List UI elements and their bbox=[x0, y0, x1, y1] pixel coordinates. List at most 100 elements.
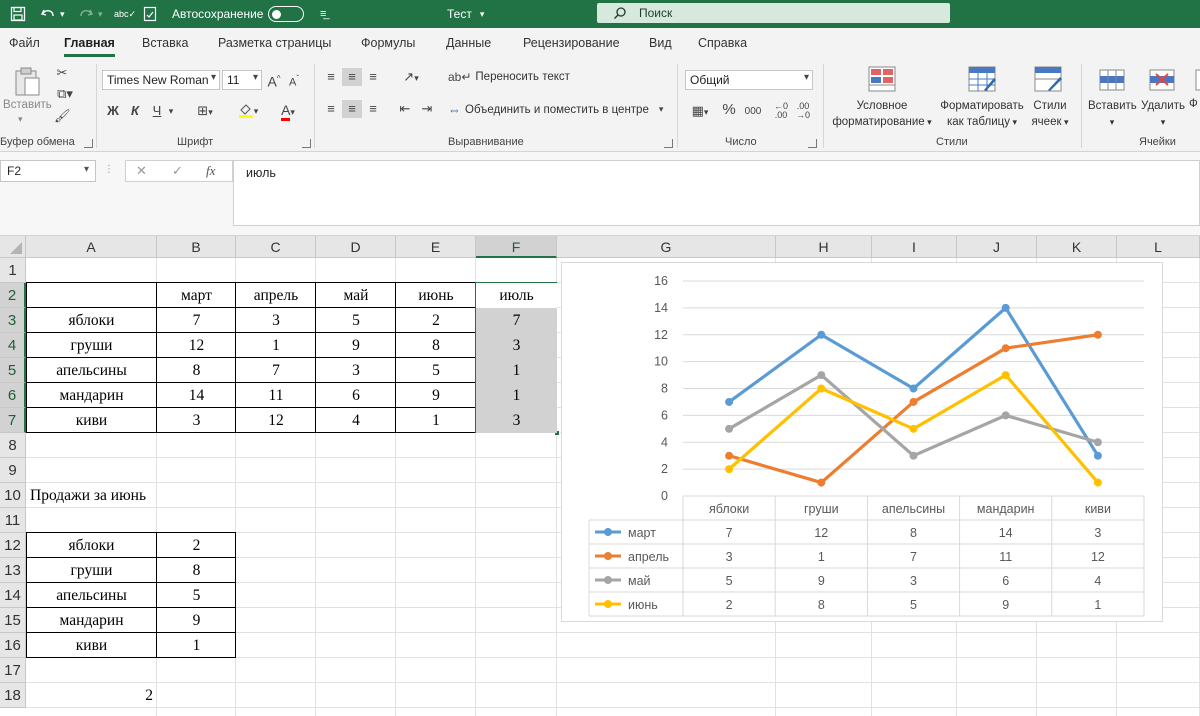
row-header-15[interactable]: 15 bbox=[0, 608, 26, 633]
sales-value-cell[interactable]: 2 bbox=[157, 533, 236, 558]
tab-file[interactable]: Файл bbox=[9, 36, 40, 50]
table-value-cell[interactable]: 12 bbox=[157, 333, 236, 358]
insert-function-icon[interactable]: fx bbox=[206, 163, 215, 179]
number-format-select[interactable]: Общий ▾ bbox=[685, 70, 813, 90]
document-title[interactable]: Тест ▾ bbox=[447, 0, 484, 28]
sales-value-cell[interactable]: 8 bbox=[157, 558, 236, 583]
formula-input[interactable]: июль bbox=[233, 160, 1200, 226]
format-cells-button[interactable]: Ф bbox=[1189, 98, 1198, 110]
table-value-cell[interactable]: 7 bbox=[476, 308, 557, 333]
table-value-cell[interactable]: 12 bbox=[236, 408, 316, 433]
sales-row-label[interactable]: апельсины bbox=[26, 583, 157, 608]
tab-data[interactable]: Данные bbox=[446, 36, 491, 50]
row-header-14[interactable]: 14 bbox=[0, 583, 26, 608]
format-as-table-button[interactable]: Форматировать как таблицу ▾ bbox=[934, 98, 1030, 130]
table-value-cell[interactable]: 3 bbox=[236, 308, 316, 333]
row-header-16[interactable]: 16 bbox=[0, 633, 26, 658]
sales-value-cell[interactable]: 1 bbox=[157, 633, 236, 658]
table-header-cell[interactable]: март bbox=[157, 283, 236, 308]
fill-color-icon[interactable]: ▾ bbox=[234, 102, 262, 123]
table-row-label[interactable]: груши bbox=[26, 333, 157, 358]
row-header-5[interactable]: 5 bbox=[0, 358, 26, 383]
redo-dropdown-icon[interactable]: ▾ bbox=[98, 0, 103, 28]
align-right-icon[interactable]: ≡ bbox=[364, 100, 382, 118]
column-header-g[interactable]: G bbox=[557, 236, 776, 258]
align-center-icon[interactable]: ≡ bbox=[342, 100, 362, 118]
table-value-cell[interactable]: 1 bbox=[476, 383, 557, 408]
column-header-k[interactable]: K bbox=[1037, 236, 1117, 258]
percent-button[interactable]: % bbox=[720, 101, 738, 119]
table-header-cell[interactable]: май bbox=[316, 283, 396, 308]
row-header-9[interactable]: 9 bbox=[0, 458, 26, 483]
increase-indent-icon[interactable]: ⇥ bbox=[418, 100, 436, 118]
cell-styles-button[interactable]: Стили ячеек ▾ bbox=[1024, 98, 1076, 130]
row-header-1[interactable]: 1 bbox=[0, 258, 26, 283]
currency-icon[interactable]: ▦▾ bbox=[686, 102, 714, 121]
paste-dropdown-icon[interactable]: ▾ bbox=[18, 114, 23, 125]
thousands-button[interactable]: 000 bbox=[742, 103, 764, 121]
table-row-label[interactable]: яблоки bbox=[26, 308, 157, 333]
align-middle-icon[interactable]: ≡ bbox=[342, 68, 362, 86]
select-all-button[interactable] bbox=[0, 236, 26, 258]
align-bottom-icon[interactable]: ≡ bbox=[364, 68, 382, 86]
tab-formulas[interactable]: Формулы bbox=[361, 36, 415, 50]
table-value-cell[interactable]: 7 bbox=[157, 308, 236, 333]
align-left-icon[interactable]: ≡ bbox=[322, 100, 340, 118]
decrease-decimal-icon[interactable]: .00 →0 bbox=[794, 102, 812, 120]
paste-button[interactable]: Вставить bbox=[3, 99, 52, 111]
italic-button[interactable]: К bbox=[128, 102, 142, 120]
table-row-label[interactable]: апельсины bbox=[26, 358, 157, 383]
bold-button[interactable]: Ж bbox=[106, 102, 120, 120]
row-header-11[interactable]: 11 bbox=[0, 508, 26, 533]
tab-page-layout[interactable]: Разметка страницы bbox=[218, 36, 331, 50]
number-launcher-icon[interactable] bbox=[808, 139, 817, 148]
insert-cells-button[interactable]: Вставить ▾ bbox=[1088, 98, 1137, 130]
clipboard-launcher-icon[interactable] bbox=[84, 139, 93, 148]
increase-decimal-icon[interactable]: ←0.00 bbox=[772, 102, 790, 120]
sales-value-cell[interactable]: 9 bbox=[157, 608, 236, 633]
font-color-icon[interactable]: A▾ bbox=[274, 102, 302, 121]
table-header-cell[interactable]: июнь bbox=[396, 283, 476, 308]
formula-bar-grip-icon[interactable]: ⋮ bbox=[104, 164, 114, 175]
column-header-e[interactable]: E bbox=[396, 236, 476, 258]
table-value-cell[interactable]: 1 bbox=[476, 358, 557, 383]
cell-a18[interactable]: 2 bbox=[26, 683, 157, 708]
sales-row-label[interactable]: мандарин bbox=[26, 608, 157, 633]
table-value-cell[interactable]: 8 bbox=[396, 333, 476, 358]
sales-row-label[interactable]: киви bbox=[26, 633, 157, 658]
column-header-h[interactable]: H bbox=[776, 236, 872, 258]
row-header-10[interactable]: 10 bbox=[0, 483, 26, 508]
column-header-l[interactable]: L bbox=[1117, 236, 1200, 258]
table-value-cell[interactable]: 5 bbox=[396, 358, 476, 383]
sales-value-cell[interactable]: 5 bbox=[157, 583, 236, 608]
table-value-cell[interactable]: 8 bbox=[157, 358, 236, 383]
tab-home[interactable]: Главная bbox=[64, 36, 115, 57]
borders-icon[interactable]: ⊞▾ bbox=[192, 102, 218, 121]
increase-font-icon[interactable]: A^ bbox=[266, 70, 282, 91]
undo-dropdown-icon[interactable]: ▾ bbox=[60, 0, 65, 28]
row-header-2[interactable]: 2 bbox=[0, 283, 26, 308]
column-header-i[interactable]: I bbox=[872, 236, 957, 258]
table-value-cell[interactable]: 3 bbox=[476, 333, 557, 358]
merge-center-button[interactable]: ⇔ Объединить и поместить в центре ▾ bbox=[448, 102, 663, 117]
column-header-b[interactable]: B bbox=[157, 236, 236, 258]
row-header-17[interactable]: 17 bbox=[0, 658, 26, 683]
row-header-13[interactable]: 13 bbox=[0, 558, 26, 583]
conditional-formatting-button[interactable]: Условное форматирование ▾ bbox=[832, 98, 932, 130]
orientation-icon[interactable]: ↗▾ bbox=[396, 68, 426, 87]
alignment-launcher-icon[interactable] bbox=[664, 139, 673, 148]
line-chart[interactable]: 0 2 4 6 8 10 12 14 16 яблоки груши апельсины мандари… bbox=[561, 262, 1163, 622]
table-row-label[interactable]: мандарин bbox=[26, 383, 157, 408]
table-value-cell[interactable]: 1 bbox=[396, 408, 476, 433]
column-header-a[interactable]: A bbox=[26, 236, 157, 258]
decrease-indent-icon[interactable]: ⇤ bbox=[396, 100, 414, 118]
sales-row-label[interactable]: яблоки bbox=[26, 533, 157, 558]
row-header-8[interactable]: 8 bbox=[0, 433, 26, 458]
column-header-c[interactable]: C bbox=[236, 236, 316, 258]
delete-cells-button[interactable]: Удалить ▾ bbox=[1138, 98, 1188, 130]
table-value-cell[interactable]: 9 bbox=[316, 333, 396, 358]
row-header-12[interactable]: 12 bbox=[0, 533, 26, 558]
font-launcher-icon[interactable] bbox=[302, 139, 311, 148]
row-header-4[interactable]: 4 bbox=[0, 333, 26, 358]
column-header-f[interactable]: F bbox=[476, 236, 557, 258]
